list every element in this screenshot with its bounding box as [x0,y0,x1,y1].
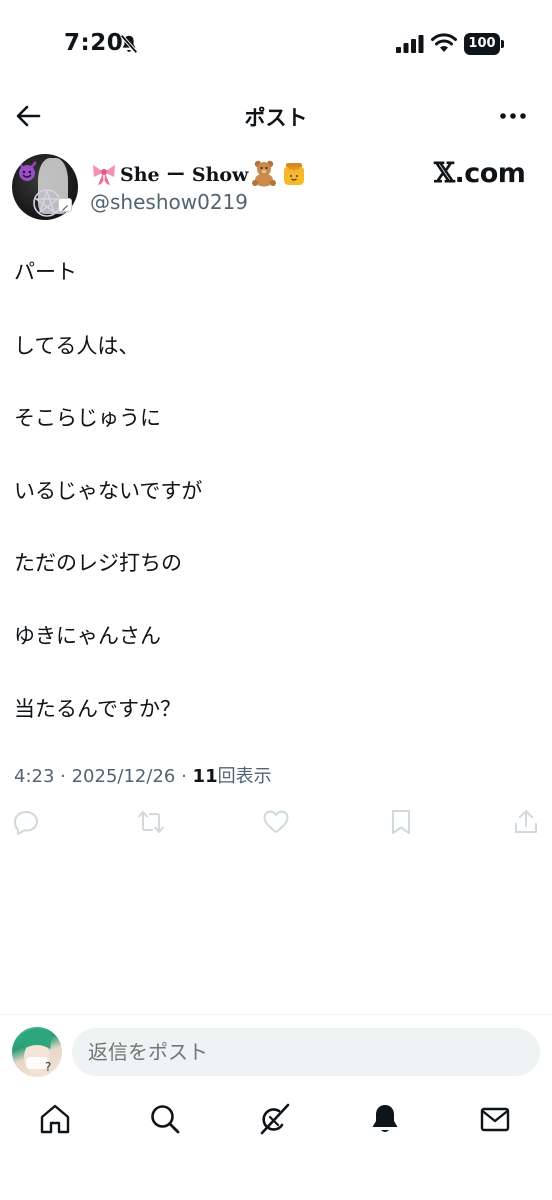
meta-separator: · [60,766,72,787]
tweet-text-line: ただのレジ打ちの [14,551,182,575]
source-label-domain: .com [454,158,526,189]
author-handle[interactable]: @sheshow0219 [90,190,248,214]
home-icon[interactable] [38,1102,72,1136]
ribbon-icon [93,165,115,185]
status-time: 7:20 [64,30,124,56]
source-label-x: 𝕏 [434,158,455,189]
search-icon[interactable] [148,1102,182,1136]
display-name-text: She ー Show [120,163,249,186]
wifi-icon [431,33,457,52]
like-icon[interactable] [262,808,290,836]
meta-separator: · [181,766,193,787]
tweet-date[interactable]: 2025/12/26 [72,766,176,787]
user-avatar[interactable]: ? [12,1027,62,1077]
more-horizontal-icon[interactable] [498,102,528,130]
tab-bar [0,1092,552,1150]
source-label: 𝕏.com [434,158,526,189]
messages-icon[interactable] [478,1102,512,1136]
tweet-text-line: いるじゃないですが [14,479,203,503]
smiling-devil-icon [17,161,37,181]
nav-header: ポスト [0,92,552,140]
notifications-icon[interactable] [368,1102,402,1136]
battery-tip [501,40,504,48]
status-bar: 7:20 100 [0,0,552,88]
grok-icon[interactable] [258,1102,292,1136]
tweet-text-line: してる人は、 [14,334,140,358]
link-icon [62,205,68,211]
user-avatar-image: ? [22,1029,52,1074]
tweet-text-line: パート [14,260,77,284]
action-bar [0,804,552,840]
verified-badge [58,198,72,212]
display-name[interactable]: She ー Show [90,158,308,188]
views-label: 回表示 [217,766,272,787]
tweet-text-line: ゆきにゃんさん [14,624,161,648]
tweet-text-line: 当たるんですか？ [14,697,181,721]
tweet-text-line: そこらじゅうに [14,406,161,430]
battery-icon: 100 [464,33,504,55]
retweet-icon[interactable] [137,808,165,836]
signal-icon [396,35,424,53]
honey-pot-icon [284,163,305,185]
bookmark-icon[interactable] [387,808,415,836]
tweet-time[interactable]: 4:23 [14,766,54,787]
page-title: ポスト [244,106,308,130]
battery-level: 100 [464,33,500,55]
tweet-meta: 4:23 · 2025/12/26 · 11回表示 [14,762,272,788]
svg-text:?: ? [45,1060,51,1074]
reply-input[interactable] [72,1028,540,1076]
reply-icon[interactable] [12,808,40,836]
teddy-bear-icon [252,160,277,187]
bell-slash-icon [120,34,138,54]
views-count[interactable]: 11 [193,766,218,787]
share-icon[interactable] [512,808,540,836]
reply-bar: ? [0,1014,552,1088]
